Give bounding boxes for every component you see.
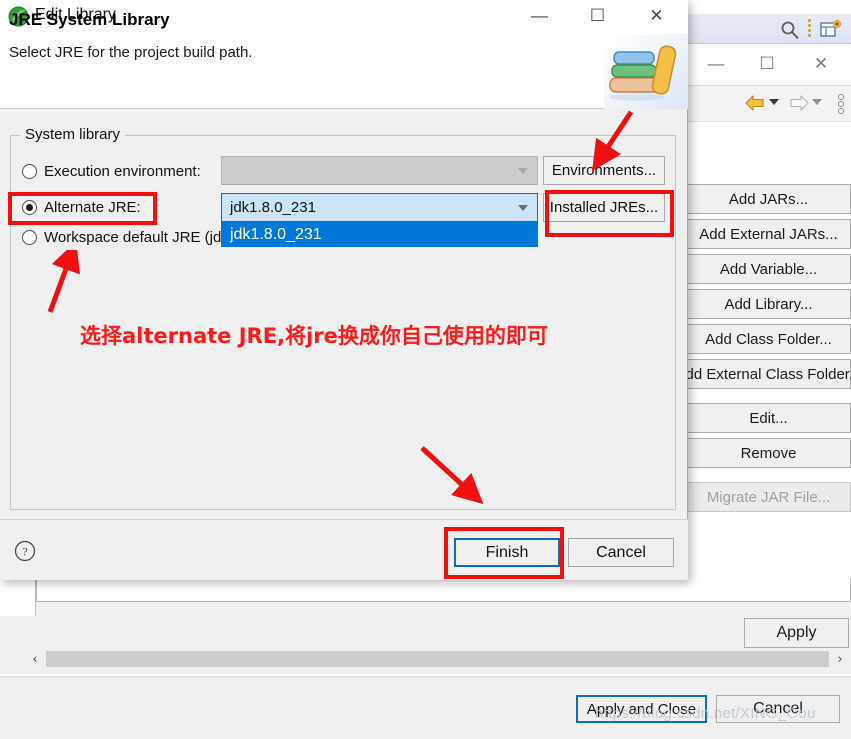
dialog-maximize-button[interactable]: ☐ — [574, 0, 621, 32]
page-title: JRE System Library — [9, 10, 170, 29]
add-class-folder-button[interactable]: Add Class Folder... — [686, 324, 851, 354]
apply-button[interactable]: Apply — [744, 618, 849, 648]
group-legend: System library — [20, 126, 126, 143]
search-icon[interactable] — [780, 20, 800, 40]
edit-button[interactable]: Edit... — [686, 403, 851, 433]
scrollbar-thumb[interactable] — [46, 651, 829, 667]
horizontal-scrollbar[interactable]: ‹ › — [24, 648, 851, 670]
radio-alternate-jre[interactable]: Alternate JRE: — [22, 199, 141, 216]
execution-environment-combo — [221, 156, 538, 185]
forward-dropdown-caret-icon[interactable] — [812, 99, 822, 105]
radio-label: Execution environment: — [44, 163, 201, 180]
forward-arrow-icon[interactable] — [788, 94, 810, 112]
toolbar-separator-dots — [808, 19, 811, 39]
back-dropdown-caret-icon[interactable] — [769, 99, 779, 105]
svg-text:?: ? — [22, 545, 27, 559]
combo-dropdown-item[interactable]: jdk1.8.0_231 — [221, 222, 538, 247]
finish-button[interactable]: Finish — [454, 538, 560, 567]
chevron-down-icon[interactable] — [518, 205, 528, 211]
radio-button-icon[interactable] — [22, 230, 37, 245]
watermark: https://blog.csdn.net/XING_Gou — [595, 705, 816, 722]
books-icon — [604, 34, 688, 109]
add-external-jars-button[interactable]: Add External JARs... — [686, 219, 851, 249]
annotation-text: 选择alternate JRE,将jre换成你自己使用的即可 — [80, 324, 548, 348]
background-maximize-button[interactable]: ☐ — [743, 44, 791, 84]
background-tree-left-edge — [0, 578, 36, 616]
add-jars-button[interactable]: Add JARs... — [686, 184, 851, 214]
view-menu-icon[interactable] — [838, 94, 844, 115]
background-close-button[interactable]: ✕ — [797, 44, 845, 84]
background-tree-bottom-edge — [36, 578, 851, 602]
remove-button[interactable]: Remove — [686, 438, 851, 468]
add-external-class-folder-button[interactable]: Add External Class Folder... — [676, 359, 851, 389]
help-icon[interactable]: ? — [14, 540, 36, 562]
radio-execution-environment[interactable]: Execution environment: — [22, 163, 201, 180]
edit-library-dialog: Edit Library — ☐ ✕ JRE System Library Se… — [0, 0, 688, 580]
dialog-cancel-button[interactable]: Cancel — [568, 538, 674, 567]
add-variable-button[interactable]: Add Variable... — [686, 254, 851, 284]
installed-jres-button[interactable]: Installed JREs... — [543, 193, 665, 222]
chevron-down-icon — [518, 168, 528, 174]
add-library-button[interactable]: Add Library... — [686, 289, 851, 319]
back-arrow-icon[interactable] — [744, 94, 766, 112]
dialog-close-button[interactable]: ✕ — [633, 0, 680, 32]
scroll-left-arrow-icon[interactable]: ‹ — [24, 648, 46, 670]
scroll-right-arrow-icon[interactable]: › — [829, 648, 851, 670]
radio-label: Alternate JRE: — [44, 199, 141, 216]
page-subtitle: Select JRE for the project build path. — [9, 44, 253, 61]
dialog-minimize-button[interactable]: — — [516, 0, 563, 32]
new-layout-icon[interactable] — [820, 19, 842, 40]
radio-button-icon[interactable] — [22, 164, 37, 179]
radio-button-icon-selected[interactable] — [22, 200, 37, 215]
screenshot-root: — ☐ ✕ Add JARs... Add External JARs... A… — [0, 0, 851, 739]
migrate-jar-file-button: Migrate JAR File... — [686, 482, 851, 512]
combo-value: jdk1.8.0_231 — [230, 199, 316, 216]
background-minimize-button[interactable]: — — [692, 44, 740, 84]
alternate-jre-combo[interactable]: jdk1.8.0_231 — [221, 193, 538, 222]
environments-button[interactable]: Environments... — [543, 156, 665, 185]
